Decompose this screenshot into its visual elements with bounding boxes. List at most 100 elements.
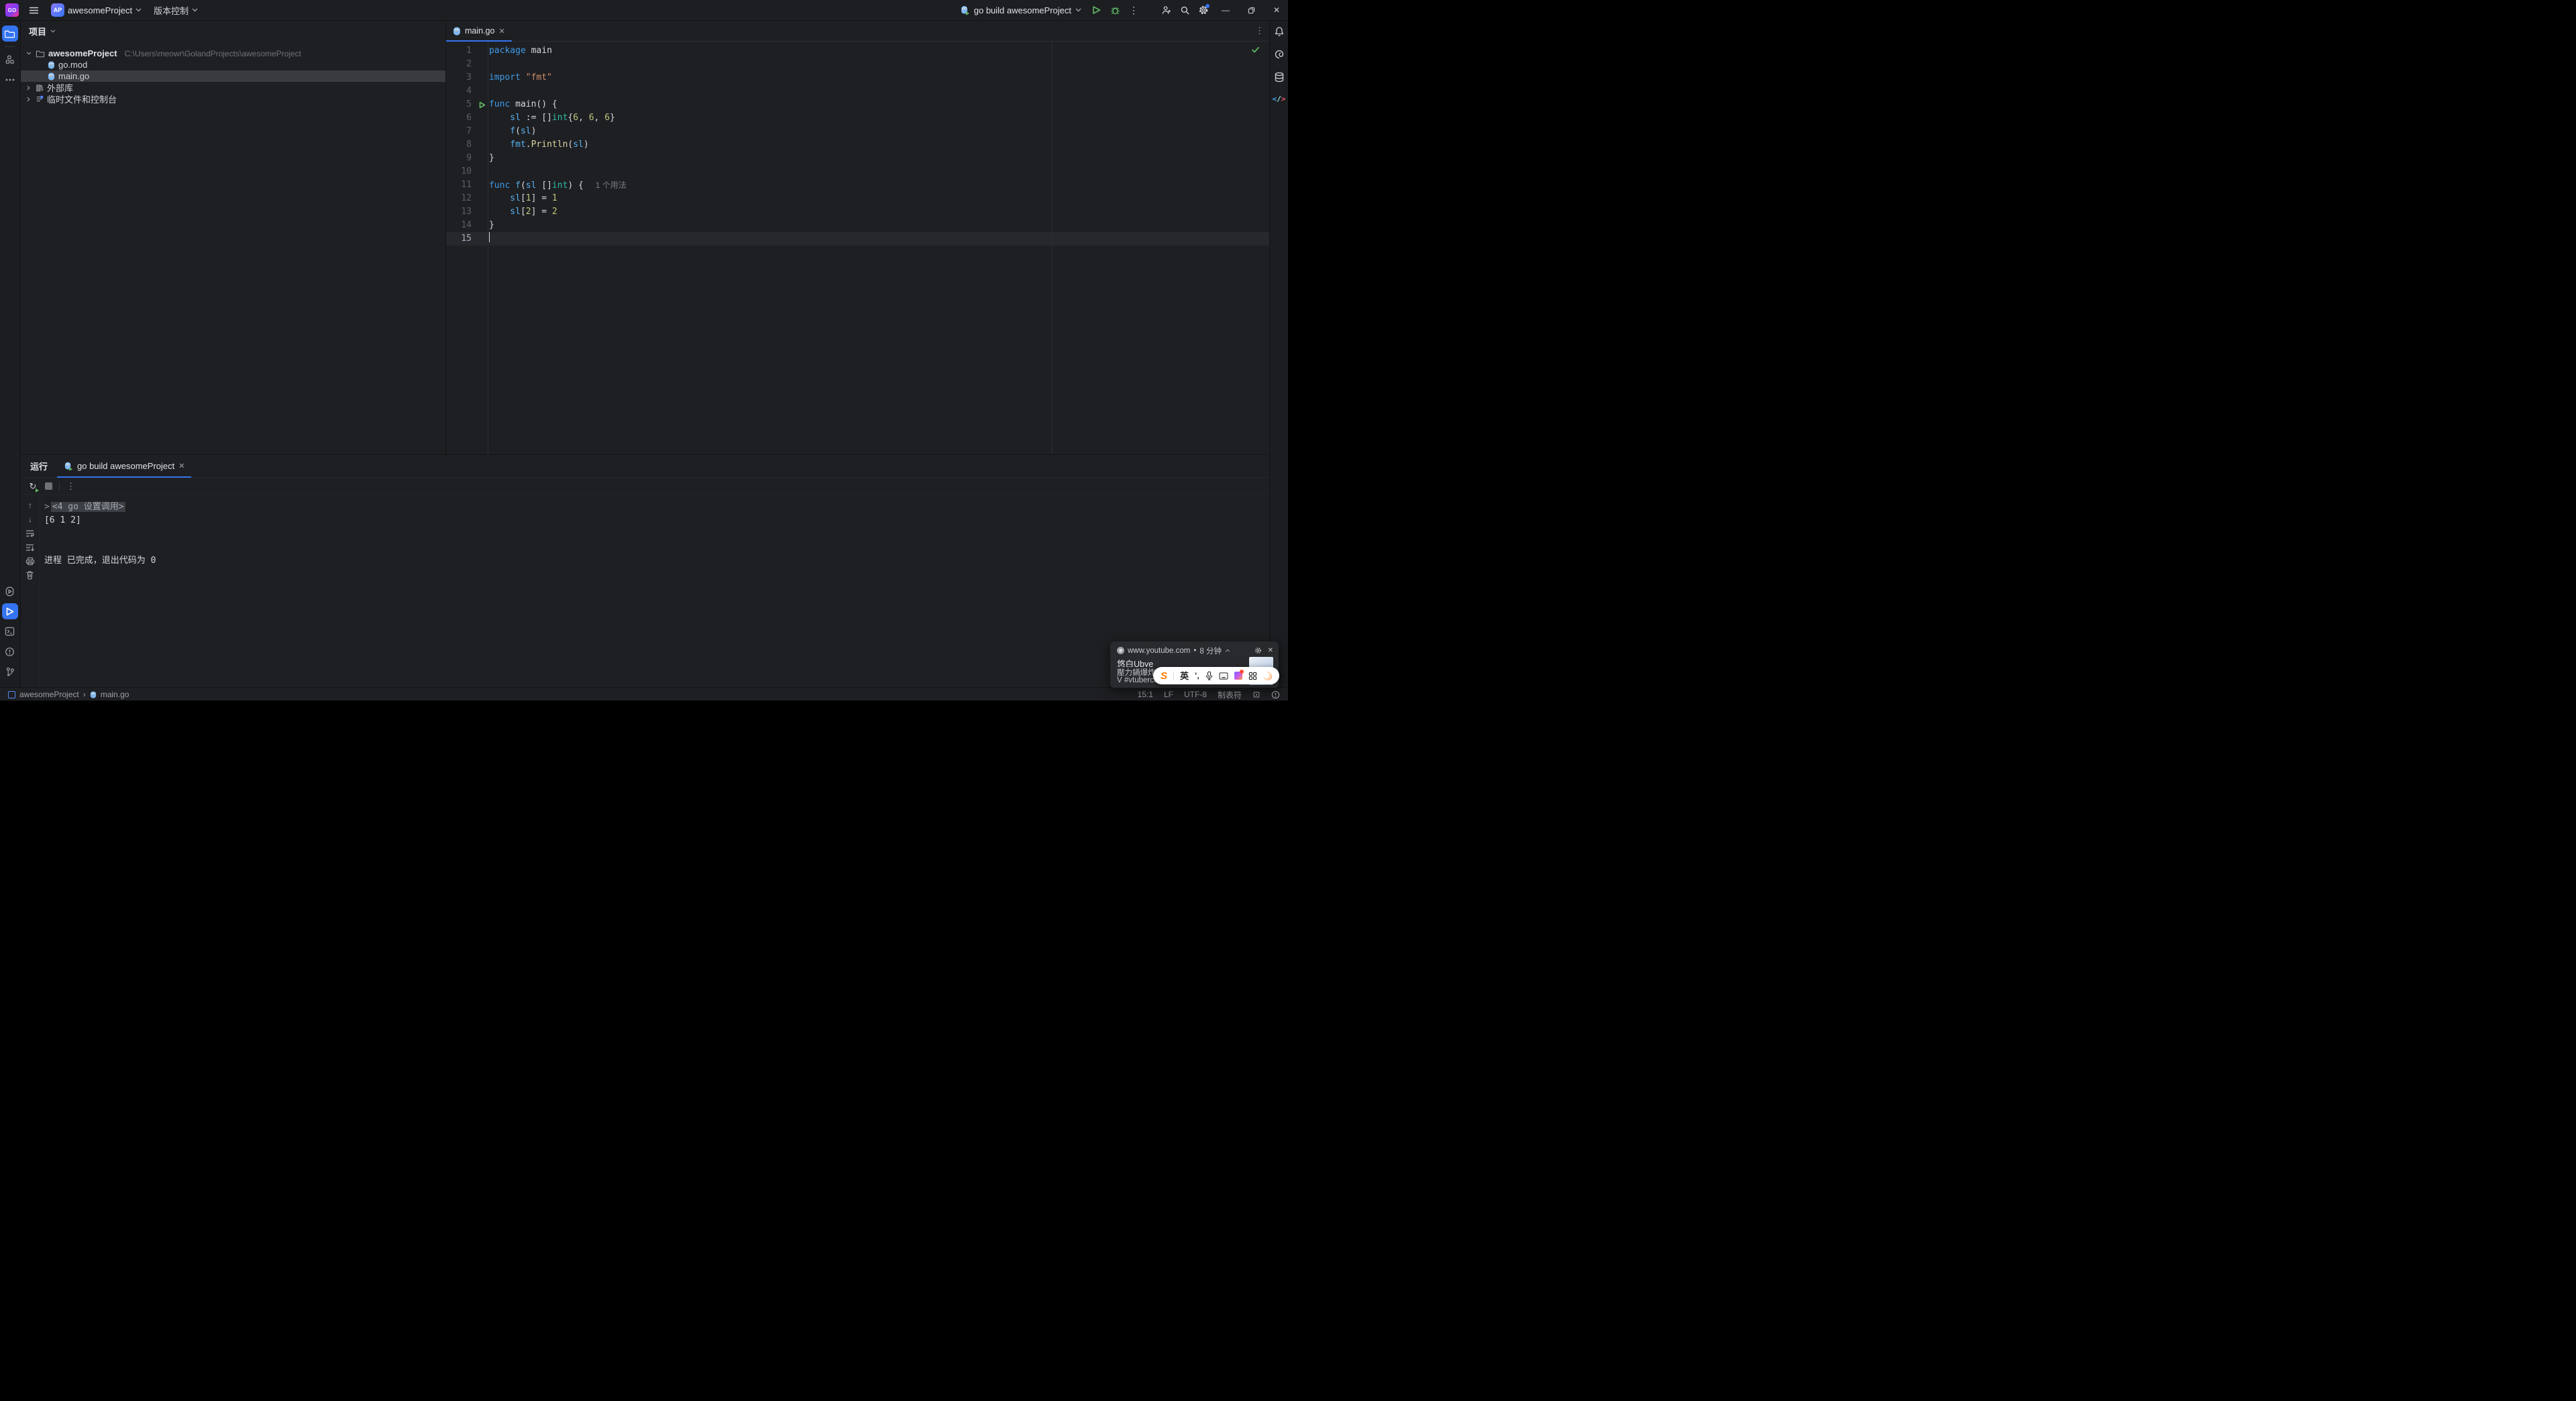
code-with-me-button[interactable] [1158,2,1174,18]
print-button[interactable] [25,557,35,566]
code-line[interactable]: 15 [445,232,1270,246]
ime-punctuation-icon[interactable]: ’, [1195,672,1199,680]
code-line[interactable]: 6 sl := []int{6, 6, 6} [446,111,1269,125]
main-menu-button[interactable] [25,2,42,18]
code-line[interactable]: 2 [446,58,1269,71]
terminal-tool-button[interactable] [2,623,18,639]
code-line[interactable]: 3 import "fmt" [446,71,1269,85]
rail-separator [4,46,15,47]
console-toolbar: ↑ ↓ [21,495,40,687]
run-line-icon[interactable] [477,98,488,111]
line-number: 4 [466,86,472,96]
prev-occurrence-button[interactable]: ↑ [28,501,32,510]
line-separator-widget[interactable]: LF [1164,690,1173,699]
chevron-collapsed-icon [25,85,32,91]
indent-widget[interactable]: 制表符 [1218,689,1242,701]
run-button[interactable] [1088,2,1104,18]
editor-options-button[interactable]: ⋮ [1255,25,1264,36]
code-token: [ [520,207,526,217]
run-more-options-button[interactable]: ⋮ [66,480,75,492]
database-button[interactable] [1274,72,1285,83]
encoding-widget[interactable]: UTF-8 [1184,690,1207,699]
code-line[interactable]: 9} [446,152,1269,165]
notification-close-icon[interactable]: ✕ [1268,647,1273,654]
breadcrumb-file[interactable]: main.go [101,690,129,699]
project-tool-button[interactable] [1,25,18,42]
vcs-menu[interactable]: 版本控制 [151,2,201,19]
ai-assistant-button[interactable] [1274,49,1285,60]
web-tags-button[interactable]: </> [1273,95,1286,103]
code-text: } [488,219,494,232]
code-line[interactable]: 14} [446,219,1269,232]
search-everywhere-button[interactable] [1177,2,1193,18]
breadcrumb-separator: › [83,690,86,699]
folded-command-chip[interactable]: <4 go 设置调用> [50,502,125,512]
tree-item-go-mod[interactable]: go.mod [21,59,445,70]
minimize-button[interactable]: — [1214,0,1237,20]
code-line[interactable]: 5 func main() { [446,98,1269,111]
restore-button[interactable] [1240,0,1263,20]
readonly-toggle-icon[interactable] [1252,690,1260,698]
run-configuration-selector[interactable]: go build awesomeProject [956,4,1085,17]
editor-tab-main-go[interactable]: main.go ✕ [445,21,512,42]
next-occurrence-button[interactable]: ↓ [28,515,32,524]
settings-button[interactable] [1195,2,1212,18]
run-tool-button[interactable] [1,603,18,619]
inspection-widget-icon[interactable] [1271,690,1280,699]
code-line[interactable]: 10 [446,165,1269,178]
ime-language-mode[interactable]: 英 [1180,672,1189,680]
project-selector[interactable]: AP awesomeProject [48,1,144,19]
scroll-to-end-button[interactable] [25,543,35,552]
stop-button[interactable] [44,482,52,490]
services-tool-button[interactable] [2,583,18,599]
ime-skin-icon[interactable] [1234,670,1244,680]
code-editor[interactable]: 1 package main 2 3 import "fmt" 4 5 func main()… [445,42,1270,454]
code-line[interactable]: 4 [446,85,1269,98]
more-tool-windows-button[interactable] [2,72,18,88]
close-tab-icon[interactable]: ✕ [178,462,184,470]
gutter-spacer [477,205,488,219]
line-number: 14 [461,220,472,230]
code-line[interactable]: 7 f(sl) [446,125,1269,138]
folder-icon [36,50,45,58]
more-actions-button[interactable]: ⋮ [1126,2,1142,18]
structure-tool-button[interactable] [2,52,18,68]
code-line[interactable]: 12 sl[1] = 1 [446,192,1269,205]
code-line[interactable]: 11 func f(sl []int) { 1 个用法 [446,178,1269,192]
debug-button[interactable] [1107,2,1123,18]
go-file-icon [48,61,55,69]
problems-tool-button[interactable] [2,643,18,660]
tree-root-awesomeproject[interactable]: awesomeProject C:\Users\meowr\GolandProj… [21,48,445,59]
code-line[interactable]: 13 sl[2] = 2 [446,205,1269,219]
status-breadcrumb[interactable]: awesomeProject › main.go [8,690,129,699]
soft-wrap-button[interactable] [25,529,35,538]
tree-item-external-libraries[interactable]: 外部库 [21,82,445,93]
version-control-tool-button[interactable] [2,664,18,680]
ime-keyboard-icon[interactable] [1219,672,1228,680]
code-token: package [488,46,526,56]
code-line[interactable]: 1 package main [446,44,1269,58]
ime-toolbar[interactable]: S 英 ’, [1153,667,1279,684]
rerun-button[interactable]: ↻ [28,481,39,492]
fold-expand-icon[interactable]: > [44,502,50,512]
notifications-button[interactable] [1274,26,1285,37]
ime-emoji-icon[interactable] [1263,671,1272,680]
console-output[interactable]: > <4 go 设置调用> [6 1 2] 进程 已完成，退出代码为 0 [40,495,1269,687]
code-line[interactable]: 8 fmt.Println(sl) [446,138,1269,152]
tree-item-scratches[interactable]: 临时文件和控制台 [21,93,445,105]
breadcrumb-project[interactable]: awesomeProject [19,690,79,699]
gutter-spacer [477,138,488,152]
notification-settings-icon[interactable] [1254,647,1262,654]
caret-position-widget[interactable]: 15:1 [1138,690,1153,699]
run-tab-go-build[interactable]: go build awesomeProject ✕ [57,455,192,478]
clear-console-button[interactable] [25,570,34,580]
close-window-button[interactable]: ✕ [1265,0,1288,20]
ime-mic-icon[interactable] [1205,671,1213,680]
ime-toolbox-icon[interactable] [1248,672,1257,680]
project-panel-header[interactable]: 项目 [21,21,445,41]
close-tab-icon[interactable]: ✕ [498,27,504,36]
run-panel-title: 运行 [30,462,48,472]
tree-item-main-go[interactable]: main.go [20,70,445,82]
sogou-logo-icon[interactable]: S [1161,671,1167,681]
